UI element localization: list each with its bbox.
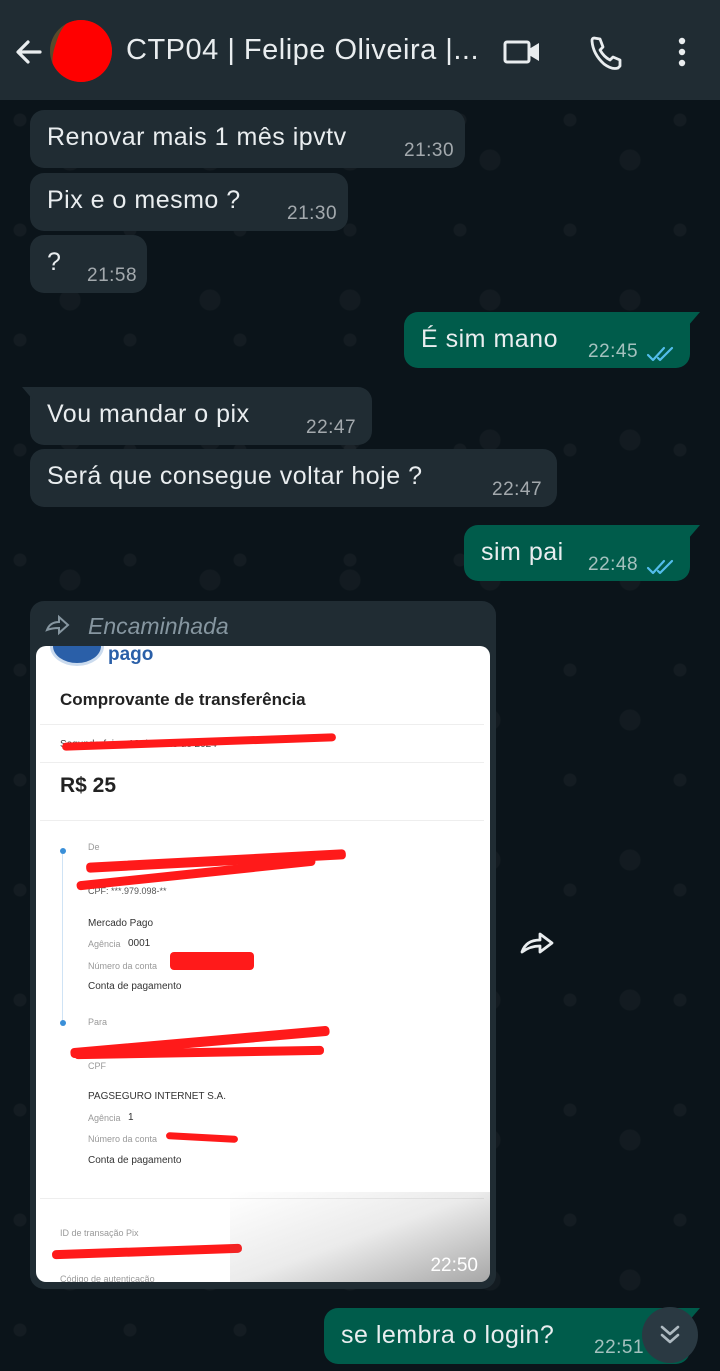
message-bubble-outgoing[interactable]: se lembra o login? 22:51 xyxy=(324,1308,700,1364)
from-account-type: Conta de pagamento xyxy=(88,981,182,992)
to-bank: PAGSEGURO INTERNET S.A. xyxy=(88,1091,226,1102)
from-bank: Mercado Pago xyxy=(88,918,154,929)
divider xyxy=(40,762,484,763)
divider xyxy=(40,820,484,821)
video-call-icon[interactable] xyxy=(500,30,544,74)
read-receipt-icon xyxy=(646,341,678,362)
scroll-to-bottom-button[interactable] xyxy=(642,1307,698,1363)
forwarded-indicator xyxy=(44,611,74,641)
redaction-mark xyxy=(51,1243,243,1260)
message-text: Será que consegue voltar hoje ? xyxy=(47,462,423,490)
message-time: 22:47 xyxy=(306,417,357,438)
receipt-image[interactable]: pago Comprovante de transferência Segund… xyxy=(36,646,490,1282)
redaction-mark xyxy=(165,1132,239,1143)
message-time: 21:30 xyxy=(404,140,455,161)
to-cpf-label: CPF xyxy=(88,1061,106,1071)
message-time: 21:30 xyxy=(287,203,338,224)
from-agency-label: Agência xyxy=(88,939,121,949)
double-chevron-down-icon xyxy=(660,1325,680,1344)
avatar[interactable] xyxy=(50,20,112,82)
to-agency-label: Agência xyxy=(88,1113,121,1123)
divider xyxy=(40,724,484,725)
auth-label: Código de autenticação xyxy=(60,1274,155,1282)
redaction-mark xyxy=(50,20,112,82)
message-bubble-incoming[interactable]: Será que consegue voltar hoje ? 22:47 xyxy=(30,449,557,507)
bubble-tail xyxy=(688,525,700,539)
message-time: 22:47 xyxy=(492,479,543,500)
message-bubble-incoming[interactable]: Vou mandar o pix 22:47 xyxy=(22,387,372,445)
to-account-type: Conta de pagamento xyxy=(88,1155,182,1166)
forwarded-image-message[interactable]: Encaminhada pago Comprovante de transfer… xyxy=(30,601,496,1289)
more-options-icon[interactable] xyxy=(660,30,704,74)
receipt-title: Comprovante de transferência xyxy=(60,690,306,709)
from-agency: 0001 xyxy=(128,938,151,949)
message-time: 22:50 xyxy=(430,1255,478,1276)
receipt-amount: R$ 25 xyxy=(60,774,117,797)
message-time: 22:48 xyxy=(588,554,639,575)
redaction-mark xyxy=(170,952,254,970)
message-text: se lembra o login? xyxy=(341,1321,555,1349)
message-text: sim pai xyxy=(481,538,564,566)
read-receipt-icon xyxy=(646,554,678,575)
timeline-line xyxy=(62,854,63,1024)
to-agency: 1 xyxy=(128,1112,134,1123)
message-text: É sim mano xyxy=(421,325,558,353)
forward-button[interactable] xyxy=(516,926,560,960)
message-bubble-outgoing[interactable]: sim pai 22:48 xyxy=(464,525,700,581)
chat-header: CTP04 | Felipe Oliveira |... xyxy=(0,0,720,100)
txid-label: ID de transação Pix xyxy=(60,1228,139,1238)
message-text: ? xyxy=(47,248,62,276)
bubble-tail xyxy=(22,387,34,401)
message-text: Renovar mais 1 mês ipvtv xyxy=(47,123,347,151)
message-bubble-incoming[interactable]: Pix e o mesmo ? 21:30 xyxy=(30,173,348,231)
message-text: Vou mandar o pix xyxy=(47,400,250,428)
bubble-tail xyxy=(688,312,700,326)
message-time: 22:51 xyxy=(594,1337,645,1358)
message-bubble-incoming[interactable]: Renovar mais 1 mês ipvtv 21:30 xyxy=(30,110,465,168)
from-account-label: Número da conta xyxy=(88,961,158,971)
message-bubble-incoming[interactable]: ? 21:58 xyxy=(30,235,147,293)
contact-name[interactable]: CTP04 | Felipe Oliveira |... xyxy=(126,34,476,67)
message-time: 21:58 xyxy=(87,265,138,286)
message-bubble-outgoing[interactable]: É sim mano 22:45 xyxy=(404,312,700,368)
forwarded-icon xyxy=(45,614,70,636)
message-text: Pix e o mesmo ? xyxy=(47,186,241,214)
timeline-dot xyxy=(60,1020,66,1026)
to-label: Para xyxy=(88,1017,108,1027)
message-time: 22:45 xyxy=(588,341,639,362)
bank-brand: pago xyxy=(108,646,154,665)
forwarded-label: Encaminhada xyxy=(88,613,229,639)
to-account-label: Número da conta xyxy=(88,1134,158,1144)
back-arrow-icon[interactable] xyxy=(10,32,50,72)
phone-call-icon[interactable] xyxy=(584,30,628,74)
from-label: De xyxy=(88,842,100,852)
bank-logo xyxy=(50,646,104,666)
timeline-dot xyxy=(60,848,66,854)
